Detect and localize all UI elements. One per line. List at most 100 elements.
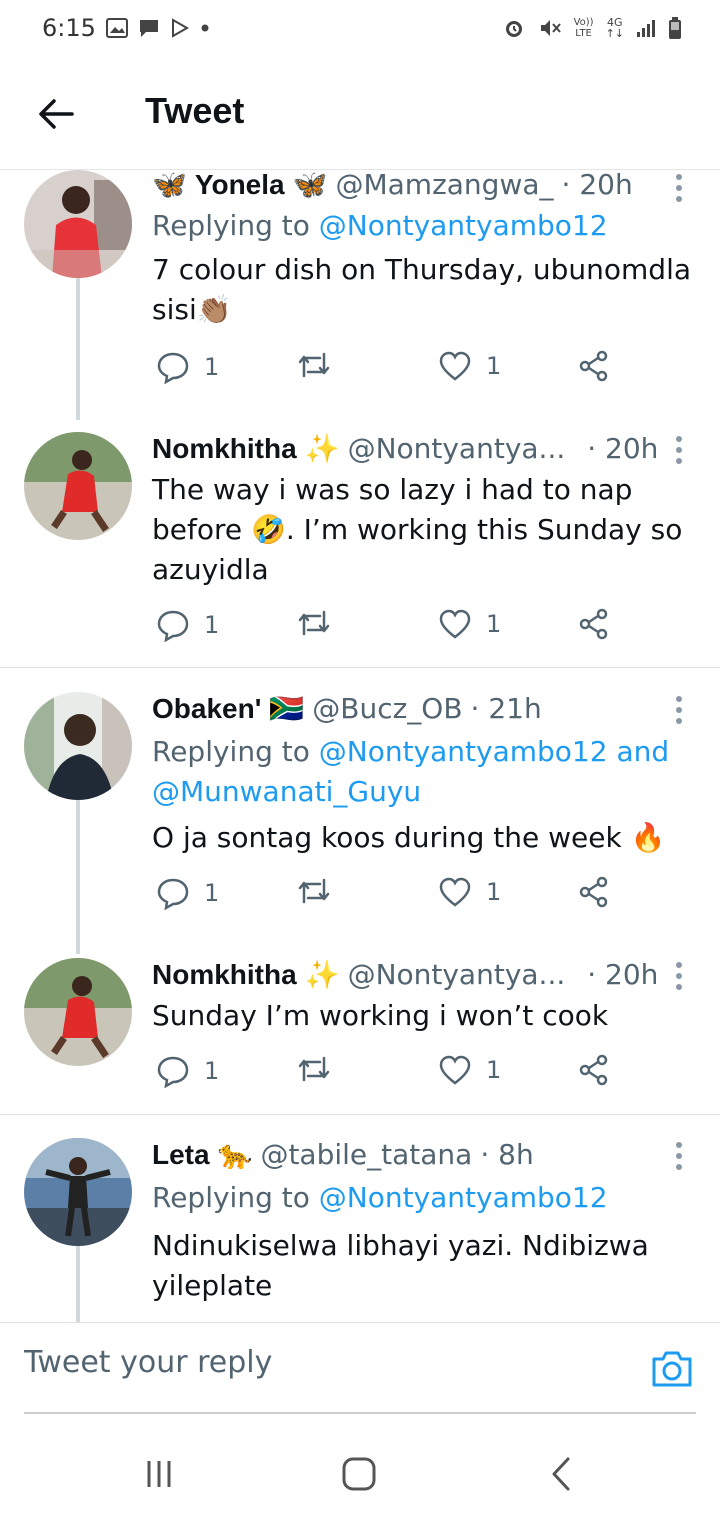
more-options-icon[interactable]	[676, 696, 686, 729]
tweet-item[interactable]: Leta 🐆 @tabile_tatana · 8h Replying to @…	[0, 1138, 720, 1322]
avatar[interactable]	[24, 692, 132, 800]
home-icon	[342, 1457, 376, 1491]
more-options-icon[interactable]	[676, 436, 686, 469]
retweet-button[interactable]	[296, 350, 332, 380]
user-handle[interactable]: @Mamzangwa_	[335, 168, 553, 201]
reply-icon	[157, 878, 189, 910]
tweet-header: 🦋 Yonela 🦋 @Mamzangwa_ · 20h	[152, 168, 633, 201]
thread-line	[76, 278, 80, 420]
chevron-left-icon	[552, 1457, 570, 1491]
like-button[interactable]: 1	[438, 1054, 501, 1086]
reply-button[interactable]: 1	[156, 608, 219, 642]
recent-apps-button[interactable]	[134, 1454, 184, 1494]
retweet-icon	[298, 610, 330, 636]
retweet-button[interactable]	[296, 1054, 332, 1084]
display-name[interactable]: Leta	[152, 1139, 210, 1171]
tweet-header: Obaken' 🇿🇦 @Bucz_OB · 21h	[152, 692, 542, 725]
display-name[interactable]: Obaken'	[152, 693, 261, 725]
system-icons: Vo)) LTE 4G ↑↓	[502, 16, 682, 40]
share-button[interactable]	[578, 350, 610, 382]
back-nav-button[interactable]	[536, 1454, 586, 1494]
tweet-time: · 20h	[587, 958, 659, 991]
share-button[interactable]	[578, 876, 610, 908]
name-emoji: 🦋	[152, 168, 187, 201]
home-button[interactable]	[334, 1454, 384, 1494]
avatar[interactable]	[24, 958, 132, 1066]
display-name[interactable]: Nomkhitha	[152, 959, 297, 991]
share-icon	[579, 876, 608, 908]
like-count: 1	[486, 1056, 502, 1084]
user-handle[interactable]: @Nontyantya...	[348, 432, 566, 465]
notification-icons	[106, 18, 210, 38]
name-emoji: ✨	[304, 958, 340, 991]
reply-count: 1	[204, 611, 220, 639]
retweet-button[interactable]	[296, 608, 332, 638]
camera-button[interactable]	[650, 1349, 694, 1389]
share-button[interactable]	[578, 608, 610, 640]
divider	[0, 667, 720, 668]
play-store-icon	[172, 18, 190, 38]
like-button[interactable]: 1	[438, 876, 501, 908]
mention-link[interactable]: @Nontyantyambo12	[319, 1181, 608, 1214]
arrow-left-icon	[39, 99, 74, 129]
signal-icon	[637, 20, 655, 37]
share-icon	[579, 608, 608, 640]
tweet-header: Leta 🐆 @tabile_tatana · 8h	[152, 1138, 534, 1171]
display-name[interactable]: Yonela	[195, 169, 285, 201]
camera-icon	[652, 1351, 692, 1387]
more-options-icon[interactable]	[676, 174, 686, 207]
like-count: 1	[486, 352, 502, 380]
reply-composer	[0, 1322, 720, 1414]
recent-apps-icon	[147, 1461, 171, 1487]
user-handle[interactable]: @tabile_tatana	[260, 1138, 472, 1171]
tweet-time: · 8h	[480, 1138, 534, 1171]
alarm-icon	[505, 21, 522, 37]
user-handle[interactable]: @Bucz_OB	[312, 692, 462, 725]
like-count: 1	[486, 610, 502, 638]
heart-icon	[439, 1055, 471, 1085]
tweet-item[interactable]: 🦋 Yonela 🦋 @Mamzangwa_ · 20h Replying to…	[0, 168, 720, 420]
status-time: 6:15	[42, 14, 96, 42]
reply-count: 1	[204, 1057, 220, 1085]
user-handle[interactable]: @Nontyantya...	[348, 958, 566, 991]
battery-icon	[669, 17, 681, 39]
more-options-icon[interactable]	[676, 1142, 686, 1175]
mention-link[interactable]: @Nontyantyambo12	[319, 209, 608, 242]
tweet-text: 7 colour dish on Thursday, ubunomdla sis…	[152, 253, 691, 326]
retweet-icon	[298, 352, 330, 378]
avatar[interactable]	[24, 432, 132, 540]
tweet-item[interactable]: Nomkhitha ✨ @Nontyantya... · 20h The way…	[0, 432, 720, 668]
navigation-bar	[0, 1430, 720, 1520]
back-button[interactable]	[34, 92, 78, 136]
avatar[interactable]	[24, 170, 132, 278]
tweet-actions: 1 1	[152, 1054, 632, 1094]
name-emoji: 🐆	[217, 1138, 253, 1171]
top-app-bar: Tweet	[0, 62, 720, 170]
like-button[interactable]: 1	[438, 608, 501, 640]
tweet-time: · 20h	[561, 168, 633, 201]
thread-line	[76, 800, 80, 954]
tweet-time: · 21h	[470, 692, 542, 725]
reply-button[interactable]: 1	[156, 876, 219, 910]
page-title: Tweet	[145, 90, 245, 131]
like-count: 1	[486, 878, 502, 906]
tweet-item[interactable]: Nomkhitha ✨ @Nontyantya... · 20h Sunday …	[0, 958, 720, 1114]
replying-to: Replying to @Nontyantyambo12	[152, 209, 608, 242]
reply-button[interactable]: 1	[156, 1054, 219, 1088]
share-button[interactable]	[578, 1054, 610, 1086]
like-button[interactable]: 1	[438, 350, 501, 382]
share-icon	[579, 350, 608, 382]
tweet-item[interactable]: Obaken' 🇿🇦 @Bucz_OB · 21h Replying to @N…	[0, 692, 720, 954]
avatar[interactable]	[24, 1138, 132, 1246]
name-emoji: 🇿🇦	[269, 692, 305, 725]
4g-icon: 4G ↑↓	[605, 16, 624, 40]
message-icon	[140, 20, 158, 37]
more-options-icon[interactable]	[676, 962, 686, 995]
reply-count: 1	[204, 879, 220, 907]
tweet-header: Nomkhitha ✨ @Nontyantya... · 20h	[152, 958, 658, 991]
retweet-button[interactable]	[296, 876, 332, 906]
reply-button[interactable]: 1	[156, 350, 219, 384]
divider	[0, 1114, 720, 1115]
reply-input[interactable]	[24, 1345, 624, 1380]
display-name[interactable]: Nomkhitha	[152, 433, 297, 465]
